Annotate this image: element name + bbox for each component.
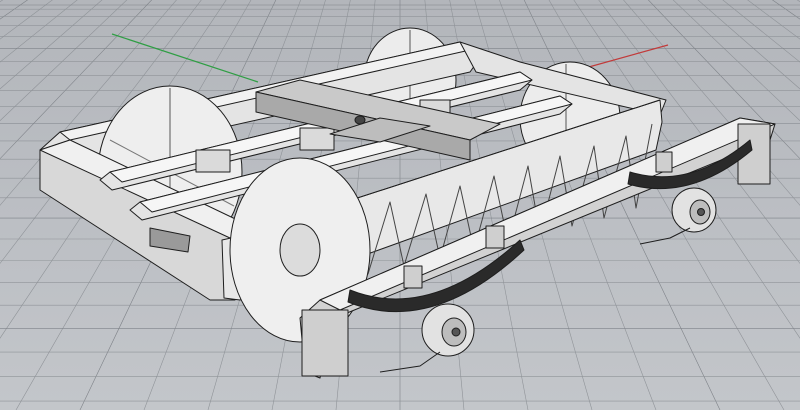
rhino-perspective-viewport[interactable] [0, 0, 800, 410]
end-block [301, 309, 349, 377]
beam-cross-2 [299, 127, 335, 151]
spring-hanger [403, 265, 423, 289]
axle-box-front[interactable] [421, 303, 475, 357]
viewport-canvas[interactable] [0, 0, 800, 410]
y-axis-line [111, 33, 259, 83]
spring-hanger [485, 225, 505, 249]
axle-box-rear[interactable] [671, 187, 717, 233]
wheel-front-right-group[interactable] [229, 157, 371, 343]
lower-link [639, 227, 691, 245]
beam-cross-1 [195, 149, 231, 173]
wheel-hub [279, 223, 321, 277]
bogie-model[interactable] [39, 27, 776, 379]
axle-box-front-bolt [451, 327, 461, 337]
center-pivot[interactable] [354, 115, 366, 125]
spring-hanger [655, 151, 673, 173]
lower-link [379, 351, 441, 373]
axle-box-rear-bolt [697, 208, 705, 216]
